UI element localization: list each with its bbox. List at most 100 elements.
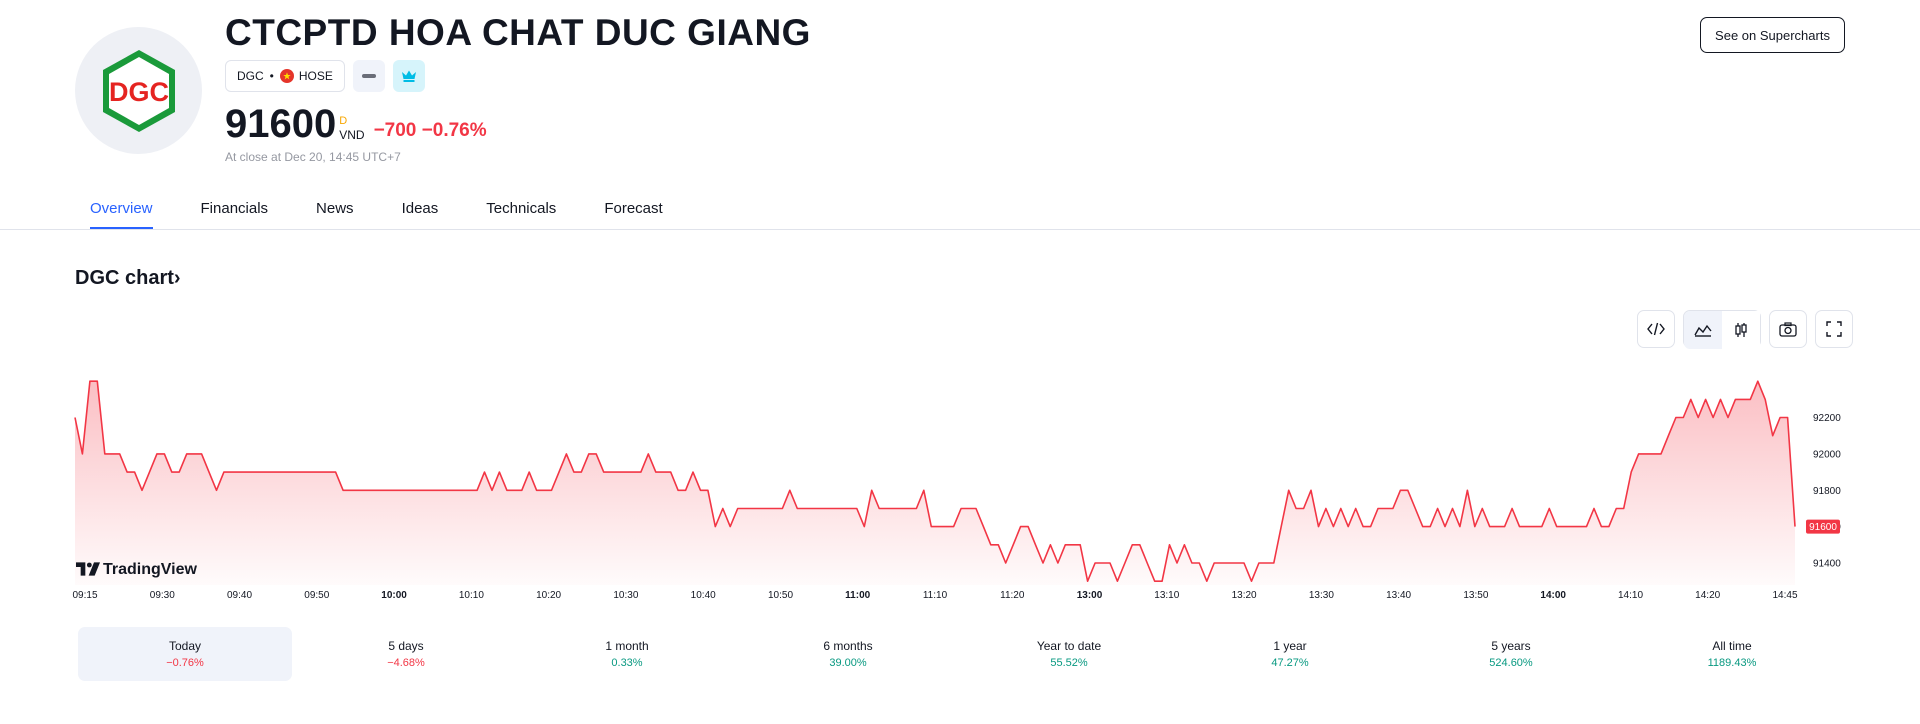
price-chart[interactable]: 09:15 09:30 09:40 09:50 10:00 10:10 10:20 10:30… xyxy=(0,355,1920,610)
chart-title-link[interactable]: DGC chart› xyxy=(75,267,181,290)
x-axis-tick-label: 13:20 xyxy=(1232,590,1257,601)
price-meta: D VND xyxy=(339,115,364,142)
ticker-label: DGC xyxy=(237,69,264,83)
minus-icon xyxy=(361,74,376,78)
x-axis-tick-label: 13:00 xyxy=(1077,590,1103,601)
performance-periods: Today −0.76% 5 days −4.68% 1 month 0.33% 6 mon… xyxy=(78,627,1846,681)
price-row: 91600 D VND −700 −0.76% xyxy=(225,104,487,144)
period-change: 0.33% xyxy=(611,656,643,669)
chart-toolbar xyxy=(1637,310,1853,349)
period-label: 6 months xyxy=(823,638,873,653)
tab-news[interactable]: News xyxy=(316,200,354,230)
x-axis-tick-label: 13:40 xyxy=(1386,590,1411,601)
period-button[interactable]: 5 days −4.68% xyxy=(299,627,513,681)
period-label: Year to date xyxy=(1036,638,1102,653)
chart-style-toggle xyxy=(1683,310,1761,349)
x-axis-tick-label: 14:00 xyxy=(1540,590,1566,601)
separator-dot: • xyxy=(269,69,274,83)
candles-icon xyxy=(1735,323,1747,337)
symbol-tags: DGC • HOSE xyxy=(225,60,425,92)
area-chart-icon xyxy=(1694,324,1712,337)
svg-text:DGC: DGC xyxy=(109,77,169,107)
period-change: 47.27% xyxy=(1271,656,1309,669)
period-change: 39.00% xyxy=(829,656,867,669)
x-axis-tick-label: 14:10 xyxy=(1618,590,1643,601)
tab-bar: Overview Financials News Ideas Technical… xyxy=(90,200,711,230)
period-button[interactable]: 6 months 39.00% xyxy=(741,627,955,681)
x-axis-tick-label: 13:50 xyxy=(1463,590,1488,601)
x-axis-tick-label: 10:40 xyxy=(691,590,716,601)
x-axis-tick-label: 10:10 xyxy=(459,590,484,601)
period-change: 524.60% xyxy=(1489,656,1533,669)
embed-code-button[interactable] xyxy=(1637,310,1675,348)
x-axis-tick-label: 10:20 xyxy=(536,590,561,601)
crown-icon xyxy=(401,70,416,82)
period-label: 5 days xyxy=(388,638,424,653)
period-label: 1 year xyxy=(1273,638,1307,653)
x-axis-tick-label: 10:00 xyxy=(381,590,407,601)
x-axis-tick-label: 14:45 xyxy=(1772,590,1797,601)
period-button[interactable]: 1 year 47.27% xyxy=(1183,627,1397,681)
period-button[interactable]: 1 month 0.33% xyxy=(520,627,734,681)
period-button[interactable]: 5 years 524.60% xyxy=(1404,627,1618,681)
fullscreen-icon xyxy=(1826,321,1842,337)
camera-icon xyxy=(1779,321,1797,337)
exchange-label: HOSE xyxy=(298,69,333,83)
snapshot-button[interactable] xyxy=(1769,310,1807,348)
price-area-fill xyxy=(75,381,1795,585)
chevron-right-icon: › xyxy=(173,267,181,289)
x-axis-tick-label: 11:00 xyxy=(845,590,870,601)
fullscreen-button[interactable] xyxy=(1815,310,1853,348)
see-on-supercharts-button[interactable]: See on Supercharts xyxy=(1700,17,1845,53)
close-note: At close at Dec 20, 14:45 UTC+7 xyxy=(225,150,401,164)
period-change: 1189.43% xyxy=(1707,656,1757,669)
x-axis-tick-label: 10:50 xyxy=(768,590,793,601)
period-label: All time xyxy=(1712,638,1752,653)
period-change: −0.76% xyxy=(166,656,204,669)
period-button[interactable]: All time 1189.43% xyxy=(1625,627,1839,681)
x-axis-tick-label: 13:10 xyxy=(1154,590,1179,601)
watermark-text: TradingView xyxy=(103,561,198,578)
currency-label: VND xyxy=(339,128,365,142)
candles-style-button[interactable] xyxy=(1722,311,1760,349)
x-axis-tick-label: 11:10 xyxy=(923,590,948,601)
x-axis-tick-label: 10:30 xyxy=(613,590,638,601)
tab-financials[interactable]: Financials xyxy=(201,200,269,230)
tab-forecast[interactable]: Forecast xyxy=(604,200,662,230)
period-label: 5 years xyxy=(1491,638,1531,653)
last-price: 91600 xyxy=(225,102,337,146)
y-axis-tick-label: 92200 xyxy=(1813,413,1841,424)
period-button[interactable]: Today −0.76% xyxy=(78,627,292,681)
y-axis-tick-label: 91800 xyxy=(1813,486,1841,497)
tradingview-watermark: TradingView xyxy=(76,561,198,578)
x-axis-tick-label: 11:20 xyxy=(1000,590,1025,601)
period-button[interactable]: Year to date 55.52% xyxy=(962,627,1176,681)
period-label: 1 month xyxy=(605,638,649,653)
change-value: −700 xyxy=(373,120,417,141)
tab-divider xyxy=(0,229,1920,230)
period-label: Today xyxy=(168,638,202,653)
price-change: −700 −0.76% xyxy=(374,120,487,142)
symbol-exchange-tag[interactable]: DGC • HOSE xyxy=(225,60,345,92)
x-axis-tick-label: 09:15 xyxy=(72,590,97,601)
y-axis-tick-label: 92000 xyxy=(1813,449,1841,460)
tab-overview[interactable]: Overview xyxy=(90,200,153,230)
period-change: 55.52% xyxy=(1050,656,1088,669)
x-axis-tick-label: 09:50 xyxy=(304,590,329,601)
period-change: −4.68% xyxy=(387,656,425,669)
dgc-logo-icon: DGC xyxy=(102,49,175,132)
crown-tag[interactable] xyxy=(392,60,425,92)
tab-technicals[interactable]: Technicals xyxy=(486,200,556,230)
company-logo: DGC xyxy=(75,27,202,154)
change-percent: −0.76% xyxy=(421,120,487,141)
code-icon xyxy=(1647,322,1665,336)
y-axis-tick-label: 91400 xyxy=(1813,559,1841,570)
last-price-badge-label: 91600 xyxy=(1809,522,1837,533)
minus-tag[interactable] xyxy=(352,60,385,92)
x-axis-tick-label: 14:20 xyxy=(1695,590,1720,601)
page-title: CTCPTD HOA CHAT DUC GIANG xyxy=(225,12,811,53)
area-style-button[interactable] xyxy=(1684,311,1722,349)
x-axis-tick-label: 09:30 xyxy=(150,590,175,601)
tab-ideas[interactable]: Ideas xyxy=(402,200,439,230)
x-axis-tick-label: 13:30 xyxy=(1309,590,1334,601)
